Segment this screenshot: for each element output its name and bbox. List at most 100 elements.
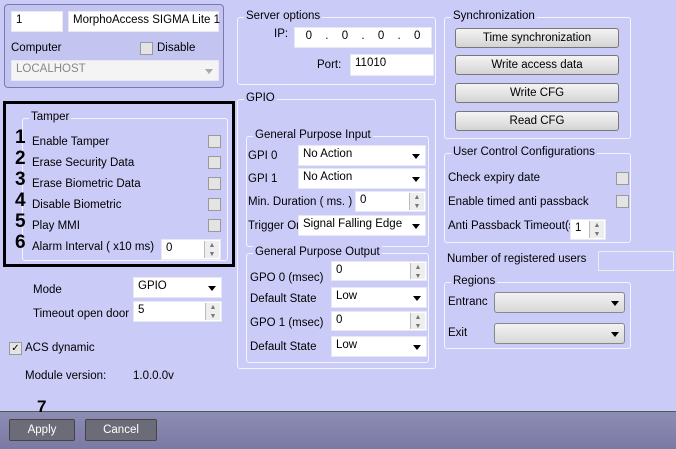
alarm-interval-spinner[interactable]: 0 ▲ ▼ xyxy=(161,239,221,260)
trigger-label: Trigger On xyxy=(248,220,303,232)
disable-checkbox[interactable] xyxy=(140,42,153,55)
port-field[interactable]: 11010 xyxy=(350,54,434,76)
timeout-value: 5 xyxy=(138,304,145,316)
gpi-title: General Purpose Input xyxy=(253,129,373,141)
write-cfg-button[interactable]: Write CFG xyxy=(455,83,619,103)
timeout-label: Timeout open door xyxy=(33,308,130,320)
gpi0-value: No Action xyxy=(303,148,353,160)
tamper-item-checkbox[interactable] xyxy=(208,156,221,169)
apply-button[interactable]: Apply xyxy=(9,419,75,441)
spinner-arrows-icon[interactable]: ▲ ▼ xyxy=(204,241,219,258)
min-duration-spinner[interactable]: 0 ▲ ▼ xyxy=(355,191,426,212)
spinner-arrows-icon[interactable]: ▲ ▼ xyxy=(410,313,425,330)
apb-timeout-label: Anti Passback Timeout(s) xyxy=(448,220,579,232)
tamper-item-checkbox[interactable] xyxy=(208,135,221,148)
module-version-value: 1.0.0.0v xyxy=(133,370,174,382)
tamper-item-label: Erase Biometric Data xyxy=(32,178,141,190)
device-id-field[interactable]: 1 xyxy=(11,11,63,32)
server-options-title: Server options xyxy=(244,10,323,22)
tamper-item-checkbox[interactable] xyxy=(208,219,221,232)
spinner-arrows-icon[interactable]: ▲ ▼ xyxy=(589,221,604,238)
gpo1-spinner[interactable]: 0 ▲ ▼ xyxy=(331,311,427,331)
chevron-down-icon xyxy=(412,154,420,159)
tamper-item-checkbox[interactable] xyxy=(208,177,221,190)
check-expiry-label: Check expiry date xyxy=(448,172,541,184)
chevron-down-icon xyxy=(413,345,421,350)
min-duration-label: Min. Duration ( ms. ) xyxy=(248,196,353,208)
acs-dynamic-checkbox[interactable]: ✓ xyxy=(9,342,22,355)
computer-select[interactable]: LOCALHOST xyxy=(11,60,219,81)
mode-label: Mode xyxy=(33,284,62,296)
marker-1: 1 xyxy=(15,127,26,148)
marker-3: 3 xyxy=(15,169,26,190)
gpo-title: General Purpose Output xyxy=(253,246,382,258)
apb-timeout-spinner[interactable]: 1 ▲ ▼ xyxy=(570,219,606,240)
registered-users-label: Number of registered users xyxy=(447,253,587,265)
computer-label: Computer xyxy=(11,42,62,54)
chevron-down-icon xyxy=(205,69,213,74)
cancel-button[interactable]: Cancel xyxy=(85,419,157,441)
spinner-arrows-icon[interactable]: ▲ ▼ xyxy=(409,193,424,210)
trigger-select[interactable]: Signal Falling Edge xyxy=(298,215,426,236)
ip-label: IP: xyxy=(274,28,289,40)
gpo1-value: 0 xyxy=(336,314,343,326)
chevron-down-icon xyxy=(412,224,420,229)
module-version-label: Module version: xyxy=(25,370,107,382)
gpi1-label: GPI 1 xyxy=(248,173,278,185)
chevron-down-icon xyxy=(611,301,619,306)
default-state-1-label: Default State xyxy=(250,341,317,353)
spinner-arrows-icon[interactable]: ▲ ▼ xyxy=(410,263,425,280)
gpi1-value: No Action xyxy=(303,171,353,183)
chevron-down-icon xyxy=(611,332,619,337)
ip-octet: 0 xyxy=(341,30,349,42)
device-panel: 1 MorphoAccess SIGMA Lite 1 Computer Dis… xyxy=(4,4,224,88)
check-expiry-checkbox[interactable] xyxy=(616,172,629,185)
write-access-data-button[interactable]: Write access data xyxy=(455,55,619,75)
default-state-0-label: Default State xyxy=(250,293,317,305)
tamper-title: Tamper xyxy=(29,111,72,123)
spinner-arrows-icon[interactable]: ▲ ▼ xyxy=(205,303,220,320)
chevron-down-icon xyxy=(412,177,420,182)
entrance-select[interactable] xyxy=(494,292,625,313)
ip-octet: 0 xyxy=(377,30,385,42)
timed-apb-label: Enable timed anti passback xyxy=(448,196,589,208)
tamper-item-label: Alarm Interval ( x10 ms) xyxy=(32,241,155,253)
user-control-title: User Control Configurations xyxy=(451,146,597,158)
gpo1-label: GPO 1 (msec) xyxy=(250,317,324,329)
exit-select[interactable] xyxy=(494,323,625,344)
min-duration-value: 0 xyxy=(360,194,367,206)
marker-5: 5 xyxy=(15,211,26,232)
default-state-0-value: Low xyxy=(336,290,358,302)
timed-apb-checkbox[interactable] xyxy=(616,195,629,208)
chevron-down-icon xyxy=(413,296,421,301)
tamper-item-label: Play MMI xyxy=(32,220,80,232)
gpi0-select[interactable]: No Action xyxy=(298,145,426,166)
device-name-field[interactable]: MorphoAccess SIGMA Lite 1 xyxy=(68,11,220,32)
marker-6: 6 xyxy=(15,232,26,253)
tamper-item-checkbox[interactable] xyxy=(208,198,221,211)
exit-label: Exit xyxy=(448,327,468,339)
default-state-0-select[interactable]: Low xyxy=(331,287,427,308)
tamper-item-label: Enable Tamper xyxy=(32,136,110,148)
ip-field[interactable]: 0.0.0.0 xyxy=(294,27,432,48)
read-cfg-button[interactable]: Read CFG xyxy=(455,111,619,131)
gpio-title: GPIO xyxy=(244,92,277,104)
trigger-value: Signal Falling Edge xyxy=(303,218,403,230)
marker-7: 7 xyxy=(37,397,47,416)
regions-title: Regions xyxy=(451,275,498,287)
mode-value: GPIO xyxy=(138,280,167,292)
tamper-item-label: Erase Security Data xyxy=(32,157,135,169)
time-sync-button[interactable]: Time synchronization xyxy=(455,28,619,48)
ip-octet: 0 xyxy=(305,30,313,42)
gpi1-select[interactable]: No Action xyxy=(298,168,426,189)
mode-select[interactable]: GPIO xyxy=(133,277,222,298)
gpo0-label: GPO 0 (msec) xyxy=(250,272,324,284)
marker-2: 2 xyxy=(15,148,26,169)
default-state-1-select[interactable]: Low xyxy=(331,336,427,357)
gpo0-value: 0 xyxy=(336,264,343,276)
apb-timeout-value: 1 xyxy=(575,222,582,234)
synchronization-title: Synchronization xyxy=(451,10,537,22)
gpo0-spinner[interactable]: 0 ▲ ▼ xyxy=(331,261,427,281)
timeout-spinner[interactable]: 5 ▲ ▼ xyxy=(133,301,222,322)
entrance-label: Entranc xyxy=(448,296,488,308)
